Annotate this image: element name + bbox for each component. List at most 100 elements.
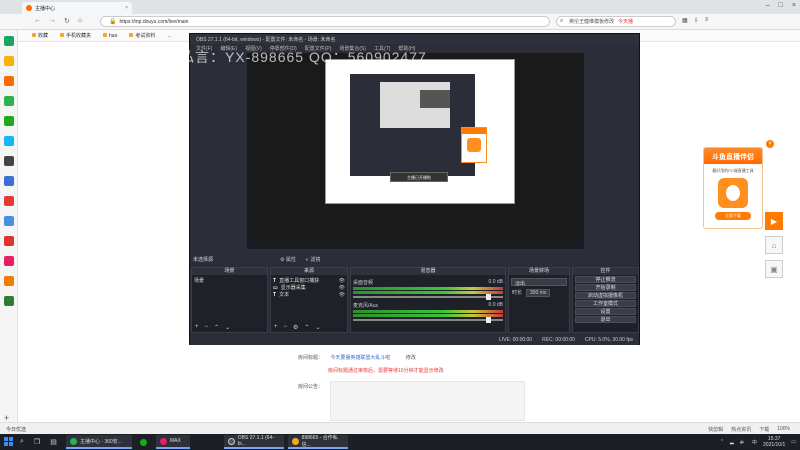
status-item[interactable]: 快剪辑 (708, 426, 723, 433)
reload-icon[interactable]: ↻ (64, 17, 70, 25)
studio-mode-button[interactable]: 工作室模式 (575, 300, 636, 307)
sidebar-app-icon[interactable] (4, 236, 14, 246)
browser-tab[interactable]: 主播中心 × (22, 2, 132, 14)
home-icon[interactable]: ⌂ (78, 17, 82, 25)
sidebar-app-icon[interactable] (4, 76, 14, 86)
sources-header: 来源 (271, 268, 347, 275)
tab-close-icon[interactable]: × (125, 5, 128, 11)
sidebar-app-icon[interactable] (4, 136, 14, 146)
promo-close-icon[interactable]: × (766, 140, 774, 148)
move-up-icon[interactable]: ⌃ (304, 324, 309, 331)
mixer-channel-db: 0.0 dB (488, 302, 503, 308)
extensions-icon[interactable]: ▦ (682, 17, 688, 24)
taskbar-app[interactable]: 主播中心 - 360安... (66, 435, 132, 449)
properties-button[interactable]: ⚙ 属性 (280, 256, 296, 263)
bookmark-item[interactable]: 收藏 (32, 32, 48, 39)
source-item[interactable]: ▭ 显示器采集 👁 (273, 284, 345, 292)
sidebar-app-icon[interactable] (4, 296, 14, 306)
maximize-icon[interactable]: □ (779, 2, 783, 9)
scene-item[interactable]: 场景 (194, 277, 265, 284)
source-item[interactable]: T 文本 👁 (273, 291, 345, 299)
today-picks-link[interactable]: 今日优选 (6, 426, 26, 433)
taskbar-app[interactable] (136, 435, 152, 449)
exit-button[interactable]: 退出 (575, 316, 636, 323)
settings-button[interactable]: 设置 (575, 308, 636, 315)
controls-header: 控件 (573, 268, 638, 275)
forward-icon[interactable]: → (49, 17, 56, 25)
sidebar-wechat-icon[interactable] (4, 116, 14, 126)
play-icon[interactable]: ▶ (765, 212, 783, 230)
move-down-icon[interactable]: ⌄ (315, 324, 320, 331)
search-icon[interactable]: ⌕ (20, 438, 24, 446)
visibility-icon[interactable]: 👁 (339, 278, 345, 284)
source-settings-icon[interactable]: ⚙ (293, 324, 298, 331)
move-down-icon[interactable]: ⌄ (225, 324, 230, 331)
room-notice-textarea[interactable] (330, 381, 525, 421)
bookmark-item[interactable]: 考试资料 (129, 32, 155, 39)
taskbar-app[interactable]: OBS 27.1.1 (64-bi... (224, 435, 284, 449)
task-view-icon[interactable]: ❐ (34, 438, 40, 446)
sidebar-app-icon[interactable] (4, 176, 14, 186)
duration-label: 时长 (512, 290, 523, 296)
sidebar-app-icon[interactable] (4, 256, 14, 266)
visibility-icon[interactable]: 👁 (339, 292, 345, 298)
sidebar-app-icon[interactable] (4, 276, 14, 286)
sidebar-app-icon[interactable] (4, 156, 14, 166)
remove-scene-icon[interactable]: − (205, 324, 209, 331)
status-item[interactable]: 下载 (759, 426, 769, 433)
sidebar-favorites-icon[interactable] (4, 56, 14, 66)
address-bar[interactable]: 🔒 https://mp.douyu.com/live/main (100, 16, 550, 27)
start-recording-button[interactable]: 开始录制 (575, 284, 636, 291)
menu-icon[interactable]: ≡ (705, 17, 709, 24)
bookmark-item[interactable]: 手机收藏夹 (60, 32, 91, 39)
filters-button[interactable]: ◐ 滤镜 (306, 256, 320, 263)
volume-slider[interactable] (353, 317, 503, 323)
clock[interactable]: 15:37 2021/10/1 (763, 436, 785, 448)
duration-input[interactable]: 300 ms (526, 289, 551, 297)
promo-download-button[interactable]: 立即下载 (715, 212, 751, 220)
ime-icon[interactable]: 中 (752, 439, 757, 446)
network-icon[interactable]: ▂ (730, 439, 734, 445)
home-side-icon[interactable]: ⌂ (765, 236, 783, 254)
text-source-icon: T (273, 291, 277, 298)
sidebar-app-icon[interactable] (4, 196, 14, 206)
source-item[interactable]: T 直播工具窗口捕获 👁 (273, 277, 345, 285)
browser-tab-bar: 主播中心 × – □ × (0, 0, 800, 14)
remove-source-icon[interactable]: − (284, 324, 288, 331)
file-explorer-icon[interactable]: ▤ (50, 438, 57, 446)
status-item[interactable]: 热点资讯 (731, 426, 751, 433)
bookmark-more[interactable]: ... (167, 33, 171, 39)
obs-preview[interactable]: 主播已开播啦 (247, 53, 584, 249)
add-source-icon[interactable]: + (274, 324, 278, 331)
virtual-camera-button[interactable]: 启动虚拟摄像机 (575, 292, 636, 299)
notifications-icon[interactable]: ▭ (791, 439, 796, 445)
source-name: 直播工具窗口捕获 (279, 278, 320, 284)
transitions-header: 场景转场 (509, 268, 569, 275)
screenshot-icon[interactable]: ▣ (765, 260, 783, 278)
volume-slider[interactable] (353, 294, 503, 300)
stop-streaming-button[interactable]: 停止推流 (575, 276, 636, 283)
transition-select[interactable]: 淡出 (511, 278, 567, 287)
edit-title-link[interactable]: 修改 (406, 355, 416, 361)
windows-start-icon[interactable] (4, 437, 14, 447)
sidebar-app-icon[interactable] (4, 96, 14, 106)
bookmark-item[interactable]: hao (103, 33, 117, 39)
volume-icon[interactable]: 🔈 (740, 439, 746, 445)
tab-title: 主播中心 (35, 5, 56, 12)
sidebar-app-icon[interactable] (4, 216, 14, 226)
add-scene-icon[interactable]: + (195, 324, 199, 331)
minimize-icon[interactable]: – (766, 2, 770, 9)
back-icon[interactable]: ← (34, 17, 41, 25)
taskbar-app[interactable]: 898665 - 合作私信... (288, 435, 348, 449)
tray-chevron-icon[interactable]: ⌃ (720, 439, 724, 445)
browser-status-bar: 今日优选 快剪辑 热点资讯 下载 100% (0, 422, 800, 434)
taskbar-app[interactable]: MAX (156, 435, 190, 449)
sidebar-app-icon[interactable] (4, 36, 14, 46)
downloads-icon[interactable]: ⇩ (694, 17, 699, 24)
zoom-level[interactable]: 100% (777, 426, 790, 433)
close-window-icon[interactable]: × (792, 2, 796, 9)
visibility-icon[interactable]: 👁 (339, 285, 345, 291)
move-up-icon[interactable]: ⌃ (214, 324, 219, 331)
mixer-channel-name: 麦克风/Aux (353, 303, 379, 309)
search-input[interactable]: ⌕ 英伦王健维模板修改 今天播 (556, 16, 676, 27)
